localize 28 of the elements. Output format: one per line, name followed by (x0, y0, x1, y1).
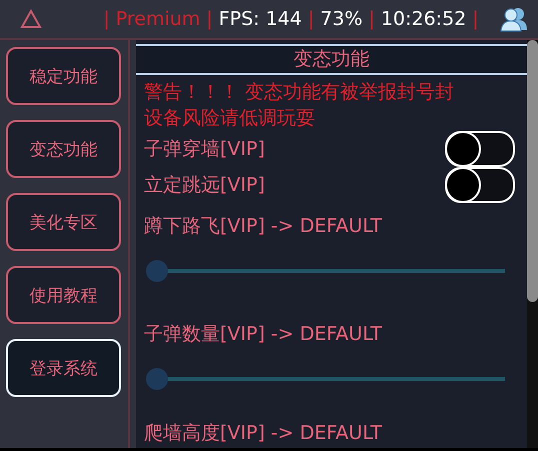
panel-title: 变态功能 (136, 44, 527, 75)
status-text: 73% (320, 8, 362, 30)
slider-thumb[interactable] (146, 368, 168, 390)
slider-thumb[interactable] (146, 260, 168, 282)
option-label: 子弹穿墙[VIP] (144, 136, 265, 162)
status-text: 10:26:52 (380, 8, 466, 30)
toggle-switch[interactable] (445, 166, 515, 203)
sidebar-button[interactable]: 美化专区 (6, 193, 121, 251)
option-label: 爬墙高度[VIP] -> DEFAULT (144, 421, 382, 446)
separator-text: | (308, 8, 314, 30)
status-text: FPS: 144 (218, 8, 302, 30)
sidebar-button[interactable]: 变态功能 (6, 120, 121, 178)
separator-text: | (206, 8, 213, 30)
separator-text: | (103, 8, 110, 30)
premium-label: Premium (116, 8, 200, 30)
separator-text: | (368, 8, 375, 30)
users-icon[interactable] (500, 6, 528, 32)
slider-label: 蹲下路飞[VIP] -> DEFAULT (144, 214, 382, 239)
sidebar-button[interactable]: 登录系统 (6, 339, 121, 397)
option-label: 立定跳远[VIP] (144, 172, 265, 198)
toggle-switch[interactable] (445, 130, 515, 167)
sidebar-button[interactable]: 稳定功能 (6, 47, 121, 105)
separator-text: | (472, 8, 479, 30)
slider-label: 子弹数量[VIP] -> DEFAULT (144, 322, 382, 347)
scrollbar-thumb[interactable] (527, 40, 538, 302)
warning-triangle-icon (20, 9, 42, 29)
warning-text: 警告！！！ 变态功能有被举报封号封设备风险请低调玩耍 (144, 80, 456, 131)
sidebar-button[interactable]: 使用教程 (6, 266, 121, 324)
